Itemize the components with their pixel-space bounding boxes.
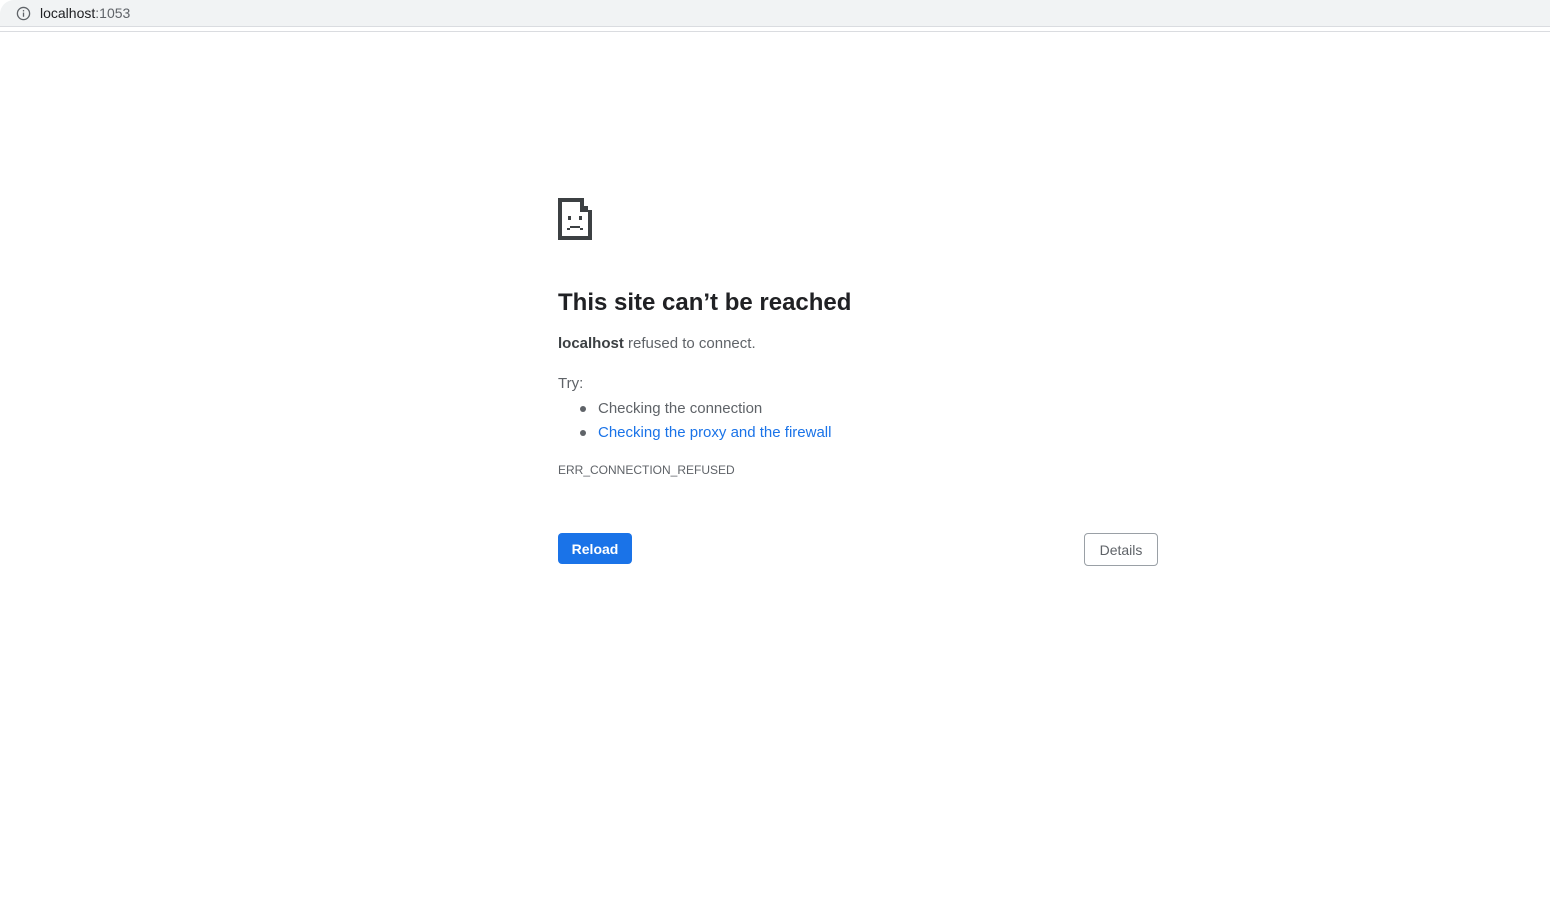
summary-host: localhost — [558, 335, 624, 352]
url-port: :1053 — [95, 5, 131, 21]
sad-page-icon — [558, 198, 592, 240]
error-summary: localhost refused to connect. — [558, 335, 756, 353]
url-host: localhost — [40, 5, 96, 21]
details-button[interactable]: Details — [1084, 533, 1158, 566]
list-item: Checking the connection — [558, 397, 831, 421]
proxy-firewall-link[interactable]: Checking the proxy and the firewall — [598, 424, 831, 441]
reload-button[interactable]: Reload — [558, 533, 632, 564]
url-text[interactable]: localhost:1053 — [40, 5, 130, 22]
suggestions-list: Checking the connection Checking the pro… — [558, 397, 831, 445]
summary-text: refused to connect. — [623, 335, 756, 352]
suggestion-text: Checking the connection — [598, 400, 763, 417]
page-title: This site can’t be reached — [558, 289, 852, 316]
address-bar[interactable]: localhost:1053 — [0, 0, 1550, 27]
error-code: ERR_CONNECTION_REFUSED — [558, 463, 735, 477]
toolbar-divider — [0, 31, 1550, 32]
list-item: Checking the proxy and the firewall — [558, 421, 831, 445]
info-icon[interactable] — [16, 6, 31, 21]
try-label: Try: — [558, 375, 584, 392]
